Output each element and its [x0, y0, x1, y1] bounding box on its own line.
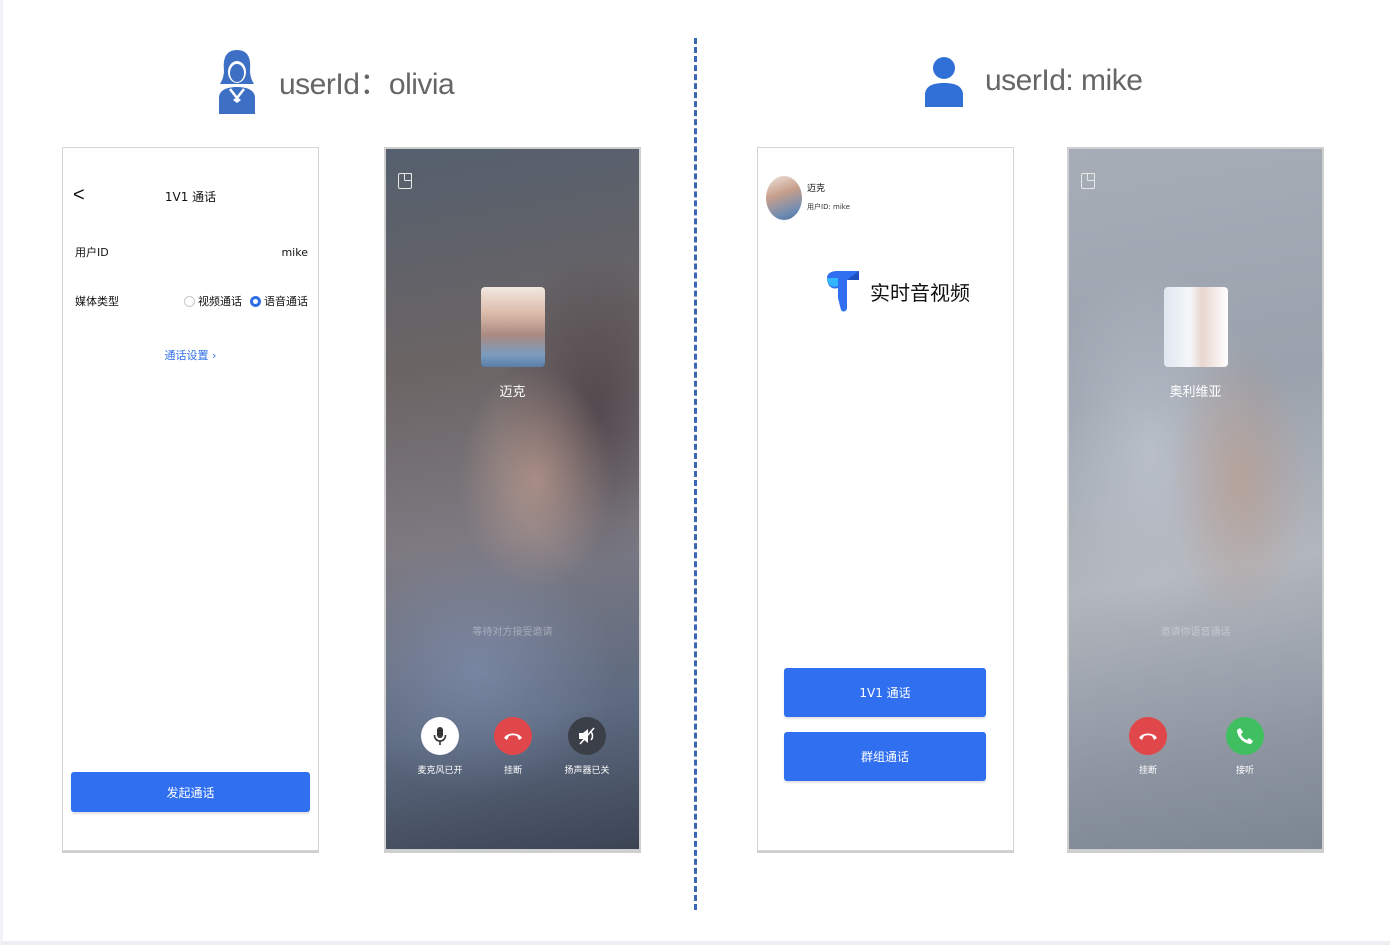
phone-call-setup: < 1V1 通话 用户ID mike 媒体类型 视频通话 语音通话 通话设置 ›…: [62, 147, 319, 851]
user-id-field[interactable]: mike: [281, 246, 308, 259]
group-call-button[interactable]: 群组通话: [784, 732, 986, 781]
canvas: userId：olivia userId: mike < 1V1 通话 用户ID…: [0, 0, 1390, 945]
hangup-control[interactable]: 挂断: [483, 717, 543, 776]
hangup-icon: [494, 717, 532, 755]
callee-name: 迈克: [499, 385, 526, 400]
radio-audio-call[interactable]: 语音通话: [250, 293, 308, 309]
speaker-off-icon: [568, 717, 606, 755]
microphone-icon: [421, 717, 459, 755]
hangup-label: 挂断: [503, 766, 522, 776]
answer-icon: [1226, 717, 1264, 755]
call-settings-link[interactable]: 通话设置 ›: [63, 347, 318, 363]
radio-audio-label: 语音通话: [264, 295, 308, 308]
minimize-window-icon[interactable]: [1081, 173, 1095, 189]
minimize-window-icon[interactable]: [398, 173, 412, 189]
user-name: 迈克: [807, 184, 826, 194]
caller-avatar: [1164, 287, 1228, 367]
speaker-control[interactable]: 扬声器已关: [557, 717, 617, 776]
phone-outgoing-call: 迈克 等待对方接受邀请 麦克风已开 挂断 扬声器已关: [384, 147, 641, 851]
blurred-background: [1069, 149, 1322, 849]
phone-home: 迈克 用户ID: mike 实时音视频 1V1 通话 群组通话: [757, 147, 1014, 851]
media-type-options: 视频通话 语音通话: [184, 293, 308, 309]
trtc-logo-icon: [827, 271, 859, 312]
page-title: 1V1 通话: [164, 190, 217, 204]
user-icon: [925, 57, 963, 107]
left-user-label: userId：olivia: [279, 68, 455, 101]
phone-incoming-call: 奥利维亚 邀请你语音通话 挂断 接听: [1067, 147, 1324, 851]
answer-label: 接听: [1235, 766, 1254, 776]
one-on-one-call-button[interactable]: 1V1 通话: [784, 668, 986, 717]
microphone-control[interactable]: 麦克风已开: [410, 717, 470, 776]
speaker-label: 扬声器已关: [564, 766, 610, 776]
right-user-label: userId: mike: [985, 64, 1143, 97]
brand-name: 实时音视频: [870, 280, 970, 305]
microphone-label: 麦克风已开: [417, 766, 463, 776]
hangup-icon: [1129, 717, 1167, 755]
decline-label: 挂断: [1138, 766, 1157, 776]
radio-unchecked-icon: [184, 295, 195, 307]
start-call-button[interactable]: 发起通话: [71, 772, 310, 812]
center-divider: [694, 38, 697, 910]
user-id-row: 用户ID mike: [75, 244, 308, 260]
female-user-icon: [219, 50, 255, 114]
radio-checked-icon: [250, 295, 261, 307]
media-type-label: 媒体类型: [75, 295, 119, 308]
call-status: 等待对方接受邀请: [472, 627, 553, 638]
user-id-label: 用户ID: [75, 246, 109, 259]
decline-control[interactable]: 挂断: [1118, 717, 1178, 776]
callee-avatar: [481, 287, 545, 367]
user-id: 用户ID: mike: [807, 203, 850, 211]
call-status: 邀请你语音通话: [1160, 627, 1231, 638]
caller-name: 奥利维亚: [1169, 385, 1222, 400]
avatar[interactable]: [766, 176, 802, 220]
radio-video-call[interactable]: 视频通话: [184, 293, 242, 309]
radio-video-label: 视频通话: [198, 295, 242, 308]
media-type-row: 媒体类型 视频通话 语音通话: [75, 293, 308, 309]
right-user-header: userId: mike: [923, 55, 1143, 107]
answer-control[interactable]: 接听: [1215, 717, 1275, 776]
brand: 实时音视频: [823, 268, 970, 314]
left-user-header: userId：olivia: [215, 48, 455, 114]
